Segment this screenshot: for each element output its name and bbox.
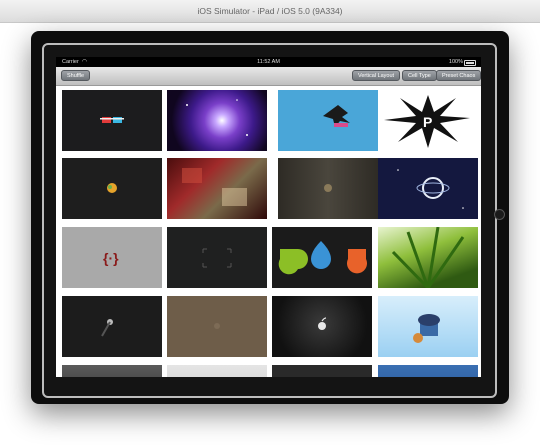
status-bar: Carrier ◠ 11:52 AM 100% [56,57,481,67]
grid-cell[interactable]: {·} [62,227,162,288]
cupcake-icon [413,314,440,343]
skydiver-icon [323,105,350,127]
grid-cell[interactable] [272,365,372,377]
grid-cell[interactable] [62,158,162,219]
shuffle-button[interactable]: Shuffle [61,70,91,81]
grid-cell[interactable] [167,365,267,377]
viewfinder-icon [202,248,232,268]
simulator-titlebar: iOS Simulator - iPad / iOS 5.0 (9A334) [0,0,540,23]
comet-icon [101,319,113,337]
3d-glasses-icon [100,117,124,123]
galaxy-icon [186,99,248,136]
image-grid: P {·} [56,86,481,377]
grid-cell[interactable] [62,90,162,151]
status-time: 11:52 AM [257,59,280,65]
toolbar: Shuffle Vertical Layout Cell Type Preset… [56,67,481,86]
grid-cell[interactable] [378,227,478,288]
grid-cell[interactable] [378,296,478,357]
grid-cell[interactable] [272,227,372,288]
home-button[interactable] [494,209,505,220]
grid-cell[interactable] [278,158,378,219]
colored-drops-icon [278,241,367,275]
ipad-screen: Carrier ◠ 11:52 AM 100% Shuffle Vertical … [56,57,481,377]
apple-logo-icon [318,317,327,330]
plant-icon [391,227,465,288]
vertical-layout-button[interactable]: Vertical Layout [352,70,401,81]
planet-icon [397,169,464,209]
apple-logo-icon [324,184,332,192]
svg-text:P: P [423,114,432,130]
grid-cell[interactable] [167,90,267,151]
cell-type-button[interactable]: Cell Type [402,70,437,81]
texture-icon [214,323,220,329]
apple-logo-icon [107,183,117,193]
svg-text:{·}: {·} [103,250,119,266]
simulator-title: iOS Simulator - iPad / iOS 5.0 (9A334) [197,6,343,16]
grid-cell[interactable] [278,90,378,151]
abstract-texture-icon [182,168,247,206]
grid-cell[interactable] [272,296,372,357]
splash-logo-icon: P [384,95,470,148]
braces-icon: {·} [103,250,119,266]
grid-cell[interactable] [167,227,267,288]
grid-cell[interactable]: P [378,90,478,151]
preset-chaos-button[interactable]: Preset Chaos [436,70,481,81]
grid-cell[interactable] [378,158,478,219]
grid-cell[interactable] [62,365,162,377]
grid-cell[interactable] [62,296,162,357]
grid-cell[interactable] [167,296,267,357]
battery-icon [464,60,476,66]
battery-percent: 100% [448,59,463,65]
grid-cell[interactable] [378,365,478,377]
grid-cell[interactable] [167,158,267,219]
